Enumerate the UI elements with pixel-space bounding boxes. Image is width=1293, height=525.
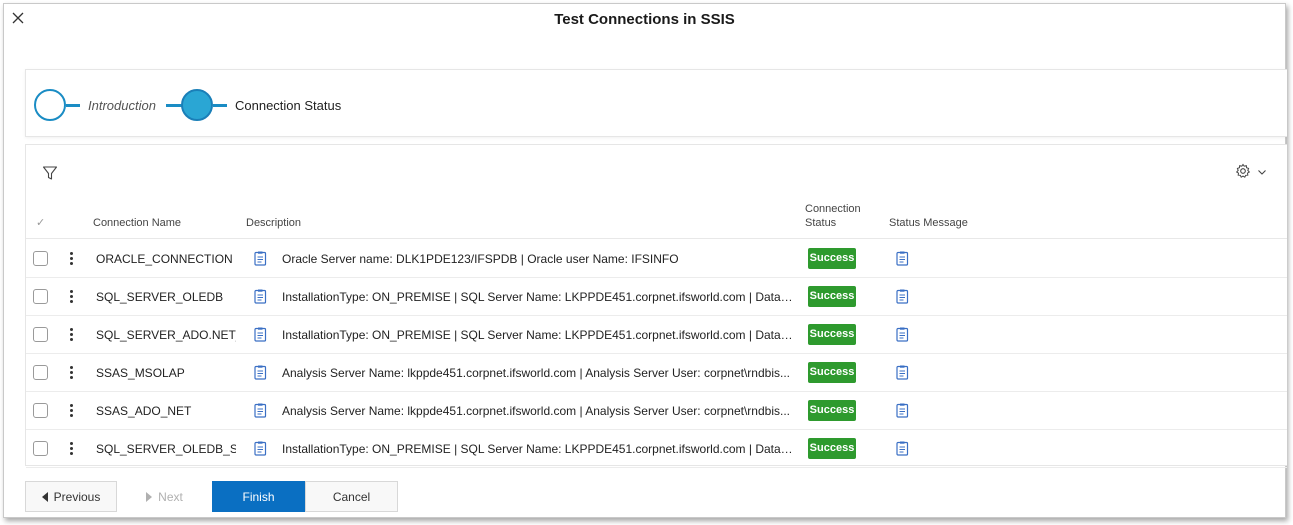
row-checkbox[interactable] xyxy=(33,365,48,380)
connection-description: InstallationType: ON_PREMISE | SQL Serve… xyxy=(282,442,794,456)
cancel-button[interactable]: Cancel xyxy=(305,481,398,512)
status-badge: Success xyxy=(808,248,856,269)
table-row[interactable]: SSAS_MSOLAP Analysis Server Name: lkppde4… xyxy=(26,354,1287,392)
test-connections-dialog: Test Connections in SSIS Introduction Co… xyxy=(3,3,1287,518)
connection-name: ORACLE_CONNECTION xyxy=(96,252,233,266)
step-connection-status-label[interactable]: Connection Status xyxy=(235,98,341,113)
document-icon[interactable] xyxy=(254,289,267,304)
kebab-menu-icon[interactable] xyxy=(66,288,76,306)
column-header-connection-name[interactable]: Connection Name xyxy=(93,216,181,230)
document-icon[interactable] xyxy=(254,251,267,266)
status-badge: Success xyxy=(808,400,856,421)
connection-name: SQL_SERVER_OLEDB_SS... xyxy=(96,442,236,456)
gear-icon xyxy=(1235,163,1251,184)
select-all-column-header[interactable]: ✓ xyxy=(36,216,45,230)
column-header-status-message[interactable]: Status Message xyxy=(889,216,968,230)
step-connector xyxy=(66,104,80,107)
kebab-menu-icon[interactable] xyxy=(66,326,76,344)
status-badge: Success xyxy=(808,324,856,345)
next-button-label: Next xyxy=(158,489,183,504)
connection-name: SQL_SERVER_ADO.NET_... xyxy=(96,328,236,342)
row-checkbox[interactable] xyxy=(33,403,48,418)
grid-settings-button[interactable] xyxy=(1235,163,1267,183)
column-header-connection-status[interactable]: Connection Status xyxy=(805,202,865,230)
next-button[interactable]: Next xyxy=(117,481,212,512)
document-icon[interactable] xyxy=(254,365,267,380)
step-introduction-circle[interactable] xyxy=(34,89,66,121)
previous-button[interactable]: Previous xyxy=(25,481,117,512)
status-badge: Success xyxy=(808,438,856,459)
status-message-document-icon[interactable] xyxy=(896,365,909,380)
step-connection-status-circle[interactable] xyxy=(181,89,213,121)
document-icon[interactable] xyxy=(254,327,267,342)
finish-button[interactable]: Finish xyxy=(212,481,305,512)
status-message-document-icon[interactable] xyxy=(896,251,909,266)
connection-description: InstallationType: ON_PREMISE | SQL Serve… xyxy=(282,328,794,342)
document-icon[interactable] xyxy=(254,403,267,418)
column-header-description[interactable]: Description xyxy=(246,216,301,230)
connection-description: Analysis Server Name: lkppde451.corpnet.… xyxy=(282,366,790,380)
connection-name: SSAS_ADO_NET xyxy=(96,404,192,418)
kebab-menu-icon[interactable] xyxy=(66,402,76,420)
step-connector xyxy=(166,104,182,107)
table-row[interactable]: SQL_SERVER_OLEDB_SS... InstallationType: … xyxy=(26,430,1287,468)
table-row[interactable]: ORACLE_CONNECTION Oracle Server name: DLK… xyxy=(26,240,1287,278)
dialog-title: Test Connections in SSIS xyxy=(554,11,735,28)
document-icon[interactable] xyxy=(254,441,267,456)
filter-icon[interactable] xyxy=(42,165,58,181)
status-message-document-icon[interactable] xyxy=(896,441,909,456)
status-message-document-icon[interactable] xyxy=(896,403,909,418)
kebab-menu-icon[interactable] xyxy=(66,250,76,268)
connections-grid: ✓ Connection Name Description Connection… xyxy=(25,144,1287,468)
status-badge: Success xyxy=(808,286,856,307)
kebab-menu-icon[interactable] xyxy=(66,440,76,458)
previous-button-label: Previous xyxy=(53,489,101,504)
step-introduction-label[interactable]: Introduction xyxy=(88,98,156,113)
status-badge: Success xyxy=(808,362,856,383)
table-row[interactable]: SSAS_ADO_NET Analysis Server Name: lkppde… xyxy=(26,392,1287,430)
grid-header: ✓ Connection Name Description Connection… xyxy=(26,199,1287,239)
status-message-document-icon[interactable] xyxy=(896,289,909,304)
connection-name: SSAS_MSOLAP xyxy=(96,366,185,380)
table-row[interactable]: SQL_SERVER_OLEDB InstallationType: ON_PRE… xyxy=(26,278,1287,316)
connection-description: Analysis Server Name: lkppde451.corpnet.… xyxy=(282,404,790,418)
row-checkbox[interactable] xyxy=(33,327,48,342)
caret-right-icon xyxy=(146,491,153,502)
status-message-document-icon[interactable] xyxy=(896,327,909,342)
wizard-stepper: Introduction Connection Status xyxy=(25,69,1287,137)
step-connector xyxy=(213,104,227,107)
table-row[interactable]: SQL_SERVER_ADO.NET_... InstallationType: … xyxy=(26,316,1287,354)
row-checkbox[interactable] xyxy=(33,441,48,456)
connection-description: Oracle Server name: DLK1PDE123/IFSPDB | … xyxy=(282,252,679,266)
row-checkbox[interactable] xyxy=(33,251,48,266)
connection-description: InstallationType: ON_PREMISE | SQL Serve… xyxy=(282,290,794,304)
caret-left-icon xyxy=(41,491,48,502)
kebab-menu-icon[interactable] xyxy=(66,364,76,382)
chevron-down-icon xyxy=(1257,164,1267,182)
row-checkbox[interactable] xyxy=(33,289,48,304)
connection-name: SQL_SERVER_OLEDB xyxy=(96,290,224,304)
